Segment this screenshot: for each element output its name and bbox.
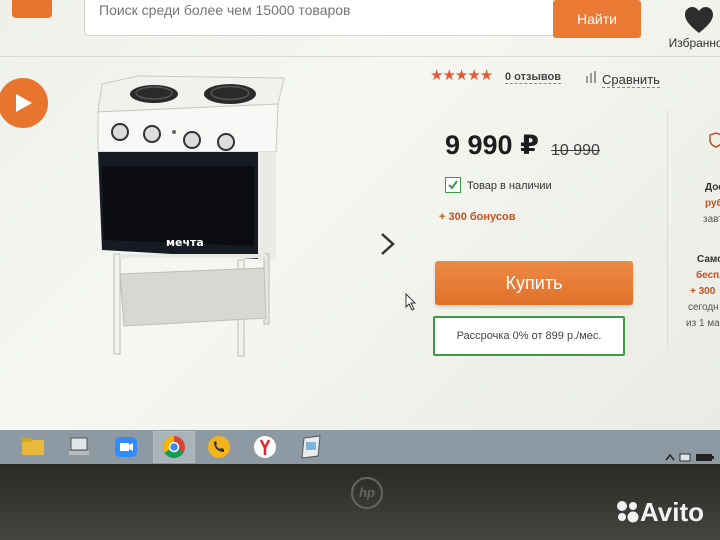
taskbar-yandex[interactable] bbox=[249, 432, 281, 462]
mouse-cursor bbox=[405, 293, 417, 311]
price: 9 990 ₽ bbox=[445, 130, 539, 160]
taskbar-chrome[interactable] bbox=[153, 431, 195, 463]
side-divider bbox=[667, 110, 668, 350]
taskbar-network[interactable] bbox=[63, 432, 95, 462]
system-tray bbox=[665, 453, 714, 462]
buy-button[interactable]: Купить bbox=[435, 261, 633, 305]
indicator-light bbox=[172, 130, 176, 134]
favorites-label: Избранное bbox=[668, 36, 720, 50]
battery-icon bbox=[696, 454, 712, 461]
notes-icon bbox=[301, 435, 321, 459]
taskbar-notes[interactable] bbox=[295, 432, 327, 462]
in-stock-checkbox bbox=[445, 177, 461, 193]
pickup-stores-fragment: из 1 ма bbox=[686, 318, 720, 329]
rating-stars: ★★★★★ bbox=[430, 67, 493, 84]
favorites-link[interactable]: Избранное bbox=[664, 6, 720, 50]
next-image-arrow[interactable] bbox=[378, 232, 398, 256]
browser-viewport: Найти Избранное ★★★★★ 0 отзывов Сравнить bbox=[0, 0, 720, 430]
up-arrow-icon bbox=[665, 453, 675, 461]
product-image[interactable]: мечта bbox=[88, 70, 288, 360]
knob-4 bbox=[217, 133, 235, 151]
reviews-link[interactable]: 0 отзывов bbox=[505, 71, 561, 84]
network-tray-icon bbox=[679, 453, 691, 462]
avito-watermark: Avito bbox=[640, 497, 705, 527]
play-icon bbox=[16, 94, 32, 112]
site-header: Найти Избранное bbox=[0, 0, 720, 52]
yandex-browser-icon bbox=[254, 436, 276, 458]
search-input[interactable] bbox=[97, 1, 541, 19]
folder-icon bbox=[22, 438, 44, 455]
heart-icon bbox=[685, 7, 713, 33]
network-icon bbox=[69, 437, 89, 455]
brand-label: мечта bbox=[166, 236, 204, 249]
delivery-price-fragment: руб bbox=[705, 198, 720, 209]
phone-icon bbox=[208, 436, 230, 458]
check-icon bbox=[448, 180, 458, 190]
pickup-price-fragment: беспл bbox=[696, 270, 720, 281]
bonus-label: + 300 бонусов bbox=[439, 211, 516, 223]
in-stock-label: Товар в наличии bbox=[467, 180, 552, 192]
knob-3 bbox=[183, 131, 201, 149]
taskbar-explorer[interactable] bbox=[17, 432, 49, 462]
site-logo[interactable] bbox=[12, 0, 52, 18]
pickup-bonus-fragment: + 300 bbox=[690, 286, 716, 297]
taskbar-phone[interactable] bbox=[203, 432, 235, 462]
installment-button[interactable]: Рассрочка 0% от 899 р./мес. bbox=[433, 316, 625, 356]
zoom-icon bbox=[115, 437, 137, 457]
chrome-icon bbox=[163, 436, 185, 458]
taskbar-zoom[interactable] bbox=[110, 432, 142, 462]
delivery-label-fragment: Дос bbox=[705, 182, 720, 193]
compare-link[interactable]: Сравнить bbox=[602, 72, 660, 88]
header-divider bbox=[0, 56, 720, 57]
knob-2 bbox=[143, 125, 161, 143]
search-box bbox=[84, 0, 556, 36]
avito-logo-icon bbox=[617, 501, 639, 523]
shield-icon bbox=[709, 132, 720, 148]
knob-1 bbox=[111, 123, 129, 141]
pickup-label-fragment: Само bbox=[697, 254, 720, 265]
pickup-date-fragment: сегодн bbox=[688, 302, 719, 313]
search-button[interactable]: Найти bbox=[553, 0, 641, 38]
hp-logo-icon: hp bbox=[351, 477, 383, 509]
old-price: 10 990 bbox=[551, 142, 600, 159]
taskbar bbox=[0, 430, 720, 464]
video-play-button[interactable] bbox=[0, 78, 48, 128]
delivery-date-fragment: завт bbox=[703, 214, 720, 225]
compare-icon bbox=[586, 71, 596, 83]
